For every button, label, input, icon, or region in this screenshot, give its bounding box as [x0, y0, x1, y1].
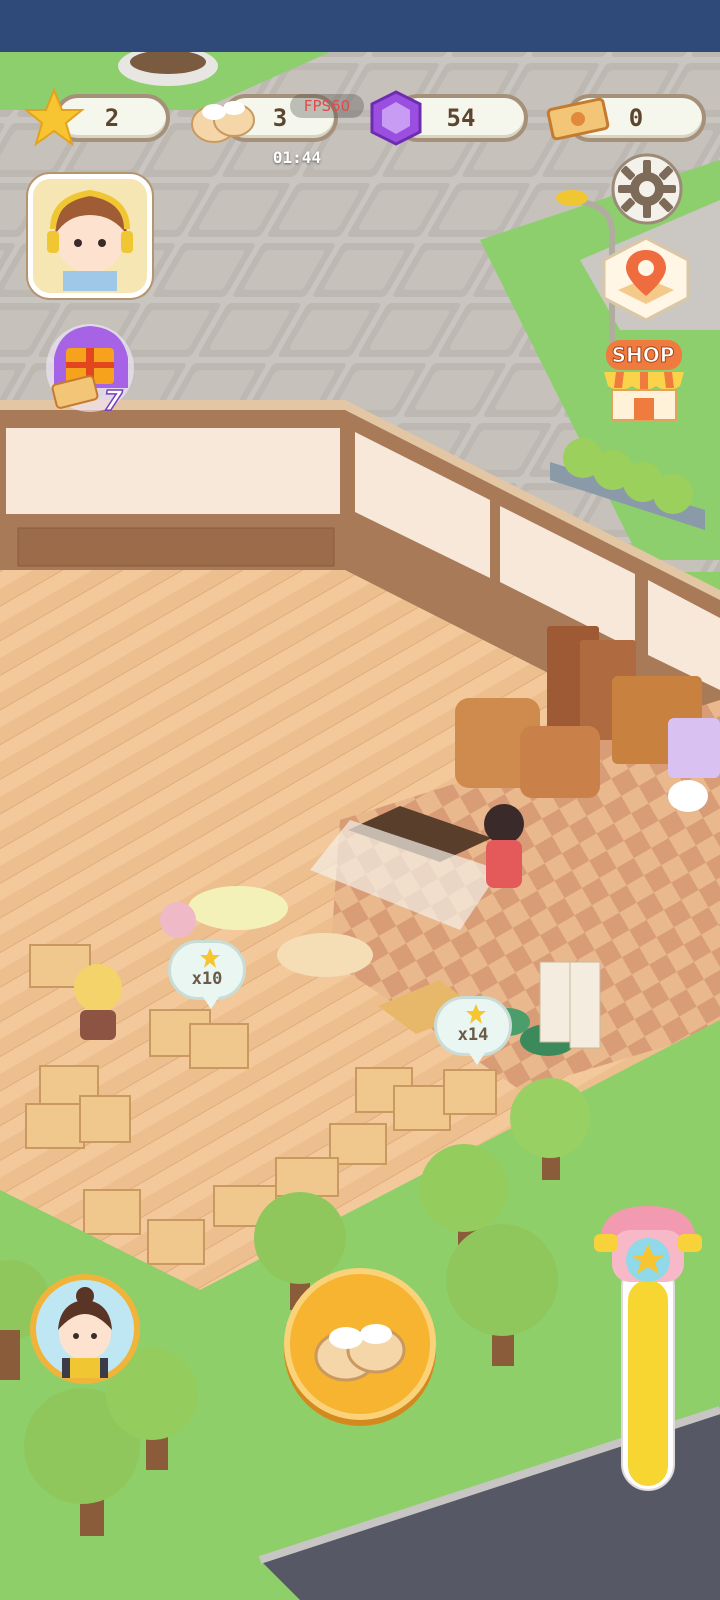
- bubble-count: x10: [191, 969, 223, 989]
- bubble-tail: [203, 997, 219, 1009]
- chef-avatar: [58, 1287, 112, 1378]
- order-bubble-1[interactable]: x10: [168, 940, 246, 1009]
- bubble-star-icon: [200, 948, 220, 968]
- bubble-tail: [469, 1053, 485, 1065]
- map-pin-icon: [602, 236, 690, 322]
- tickets-value: 0: [628, 104, 644, 132]
- bun-action-icon: [314, 1324, 406, 1382]
- chef-avatar-button[interactable]: [30, 1274, 140, 1384]
- gems-value: 54: [446, 104, 476, 132]
- stars-value: 2: [104, 104, 120, 132]
- telephone-icon: [594, 1206, 702, 1491]
- player-avatar: [47, 189, 133, 291]
- settings-gear-icon: [611, 153, 683, 225]
- order-bubble-2[interactable]: x14: [434, 996, 512, 1065]
- ticket-icon: [546, 97, 610, 141]
- serve-bun-button[interactable]: [284, 1268, 436, 1420]
- star-icon: [23, 87, 85, 147]
- buns-value: 3: [272, 104, 288, 132]
- gift-count-badge: 7: [103, 383, 124, 418]
- bubble-star-icon: [466, 1004, 486, 1024]
- telephone-gauge[interactable]: [592, 1200, 704, 1500]
- map-button[interactable]: [598, 234, 694, 324]
- system-status-bar: [0, 0, 720, 52]
- bun-icon: [191, 101, 255, 143]
- gem-icon: [370, 90, 422, 146]
- player-avatar-button[interactable]: [28, 174, 152, 298]
- fps-overlay: FPS60: [290, 94, 364, 118]
- bubble-count: x14: [457, 1025, 489, 1045]
- settings-button[interactable]: [610, 152, 684, 226]
- shop-label: SHOP: [611, 343, 675, 368]
- countdown-timer: 01:44: [272, 148, 322, 167]
